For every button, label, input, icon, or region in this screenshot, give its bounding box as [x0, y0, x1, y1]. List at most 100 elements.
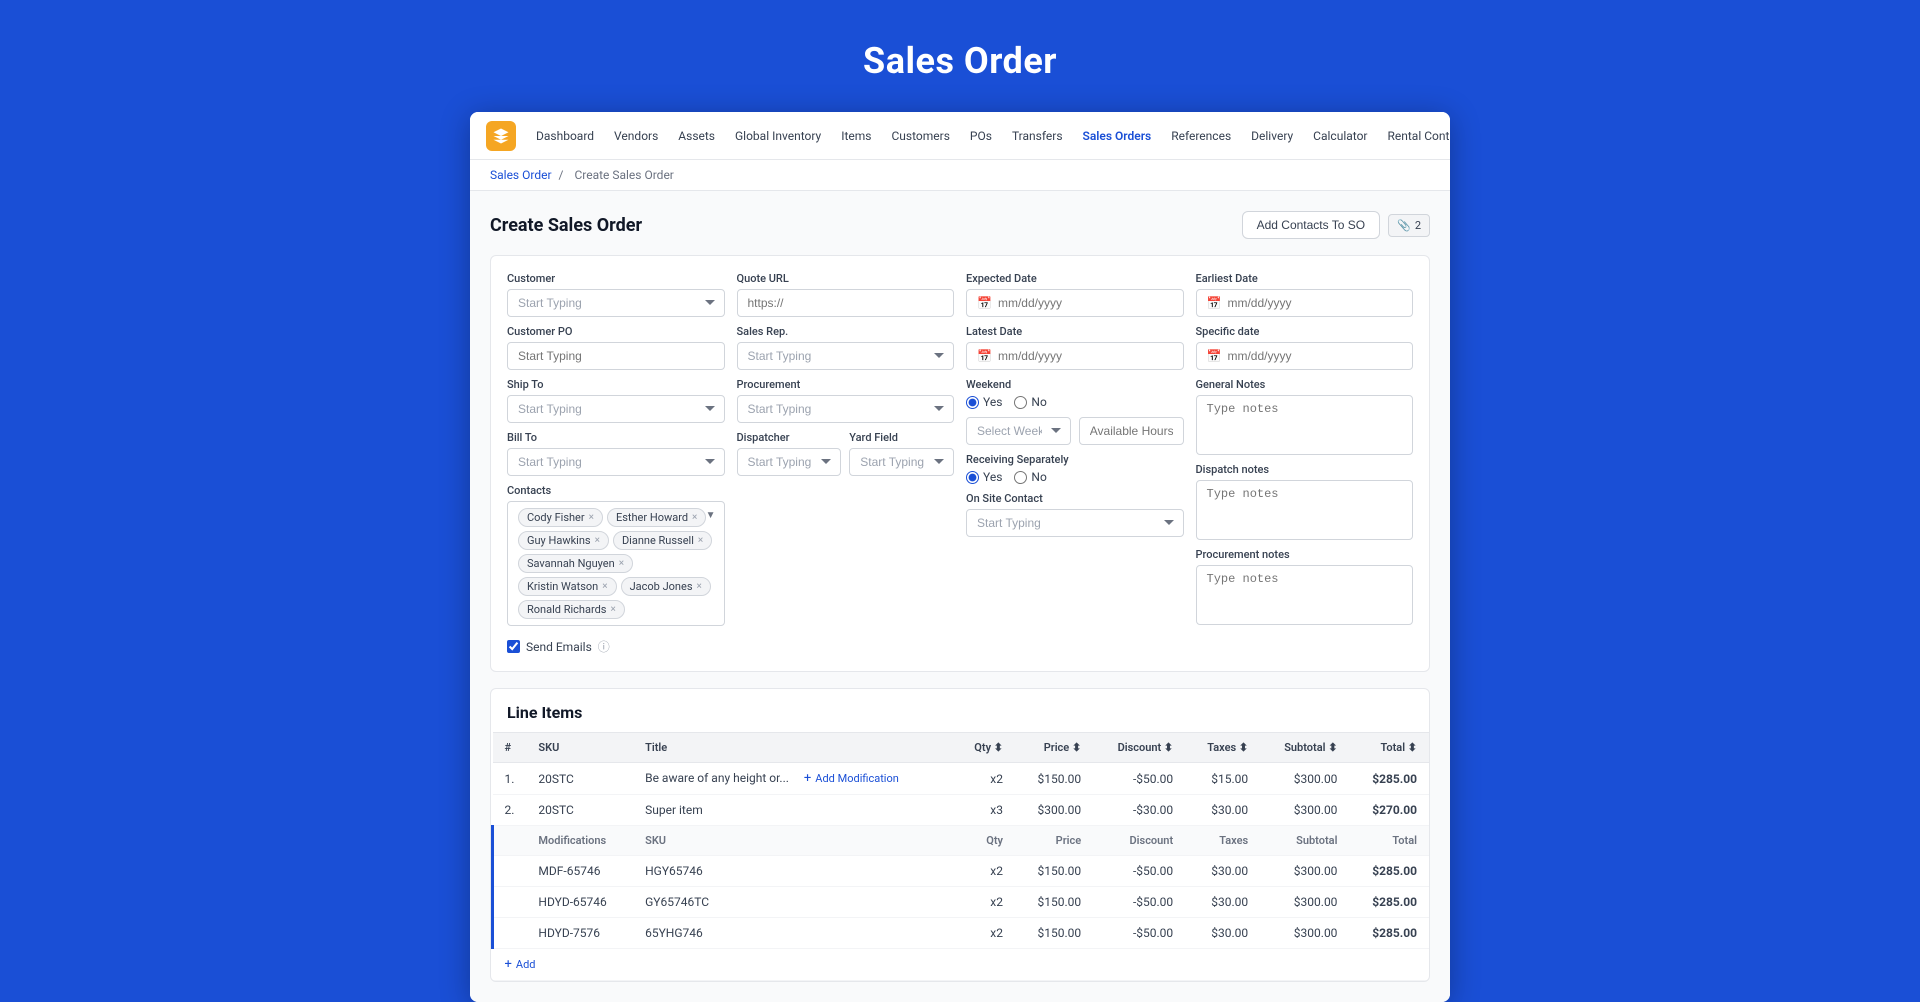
- contact-tag-ronald: Ronald Richards ×: [518, 600, 625, 619]
- add-modification-btn[interactable]: Add Modification: [804, 771, 899, 786]
- nav-sales-orders[interactable]: Sales Orders: [1075, 125, 1160, 147]
- available-hours-input[interactable]: [1079, 417, 1184, 445]
- sub1-qty: x2: [954, 856, 1015, 887]
- table-row: 2. 20STC Super item x3 $300.00 -$30.00 $…: [493, 795, 1430, 826]
- quote-url-group: Quote URL: [737, 272, 955, 317]
- earliest-date-input[interactable]: [1227, 296, 1402, 310]
- dispatch-notes-group: Dispatch notes: [1196, 463, 1414, 540]
- row1-sku: 20STC: [526, 763, 633, 795]
- receiving-yes-label: Yes: [966, 470, 1002, 484]
- weekend-yes-radio[interactable]: [966, 396, 979, 409]
- sales-rep-select[interactable]: Start Typing: [737, 342, 955, 370]
- latest-date-group: Latest Date 📅: [966, 325, 1184, 370]
- col-discount: Discount ⬍: [1093, 733, 1185, 763]
- form-col-1: Customer Start Typing Customer PO Ship T…: [507, 272, 725, 655]
- nav-transfers[interactable]: Transfers: [1004, 125, 1071, 147]
- breadcrumb-sales-order[interactable]: Sales Order: [490, 168, 552, 182]
- earliest-date-group: Earliest Date 📅: [1196, 272, 1414, 317]
- customer-select[interactable]: Start Typing: [507, 289, 725, 317]
- mod-col-taxes: Taxes: [1185, 826, 1260, 856]
- attachment-badge[interactable]: 📎 2: [1388, 214, 1430, 237]
- mod-col-total: Total: [1349, 826, 1429, 856]
- nav-assets[interactable]: Assets: [670, 125, 723, 147]
- customer-label: Customer: [507, 272, 725, 285]
- contact-tag-cody: Cody Fisher ×: [518, 508, 603, 527]
- contacts-group: Contacts ▼ Cody Fisher × Esther Howard ×…: [507, 484, 725, 655]
- receiving-separately-group: Receiving Separately Yes No: [966, 453, 1184, 484]
- info-icon[interactable]: ⓘ: [598, 638, 610, 655]
- general-notes-textarea[interactable]: [1196, 395, 1414, 455]
- specific-date-group: Specific date 📅: [1196, 325, 1414, 370]
- weekend-no-radio[interactable]: [1014, 396, 1027, 409]
- main-content: Create Sales Order Add Contacts To SO 📎 …: [470, 191, 1450, 1002]
- table-row: 1. 20STC Be aware of any height or... Ad…: [493, 763, 1430, 795]
- procurement-notes-textarea[interactable]: [1196, 565, 1414, 625]
- bill-to-label: Bill To: [507, 431, 725, 444]
- app-logo[interactable]: [486, 121, 516, 151]
- nav-vendors[interactable]: Vendors: [606, 125, 666, 147]
- receiving-no-radio[interactable]: [1014, 471, 1027, 484]
- nav-references[interactable]: References: [1163, 125, 1239, 147]
- add-contacts-label: Add Contacts To SO: [1257, 218, 1366, 232]
- weekend-date-select[interactable]: Select Weekend Date: [966, 417, 1071, 445]
- nav-pos[interactable]: POs: [962, 125, 1000, 147]
- on-site-contact-label: On Site Contact: [966, 492, 1184, 505]
- nav-rental-contracts[interactable]: Rental Contracts: [1380, 125, 1451, 147]
- dispatcher-label: Dispatcher: [737, 431, 842, 444]
- sub3-taxes: $30.00: [1185, 918, 1260, 949]
- row1-title: Be aware of any height or... Add Modific…: [633, 763, 954, 795]
- contacts-field[interactable]: ▼ Cody Fisher × Esther Howard × Guy Hawk…: [507, 501, 725, 626]
- add-line-item-btn[interactable]: Add: [505, 957, 1418, 972]
- customer-po-input[interactable]: [507, 342, 725, 370]
- breadcrumb: Sales Order / Create Sales Order: [470, 160, 1450, 191]
- add-contacts-button[interactable]: Add Contacts To SO: [1242, 211, 1381, 239]
- sub3-price: $150.00: [1015, 918, 1093, 949]
- dispatcher-select[interactable]: Start Typing: [737, 448, 842, 476]
- dispatcher-yard-group: Dispatcher Start Typing Yard Field Start…: [737, 431, 955, 476]
- sub1-subtotal: $300.00: [1260, 856, 1349, 887]
- row2-qty: x3: [954, 795, 1015, 826]
- nav-calculator[interactable]: Calculator: [1305, 125, 1375, 147]
- procurement-select[interactable]: Start Typing: [737, 395, 955, 423]
- row1-total: $285.00: [1349, 763, 1429, 795]
- table-header-row: # SKU Title Qty ⬍ Price ⬍ Discount ⬍ Tax…: [493, 733, 1430, 763]
- latest-date-input[interactable]: [998, 349, 1173, 363]
- mod-col-discount: Discount: [1093, 826, 1185, 856]
- nav-customers[interactable]: Customers: [884, 125, 958, 147]
- nav-items[interactable]: Items: [833, 125, 879, 147]
- modification-row: HDYD-7576 65YHG746 x2 $150.00 -$50.00 $3…: [493, 918, 1430, 949]
- col-price: Price ⬍: [1015, 733, 1093, 763]
- specific-date-input[interactable]: [1227, 349, 1402, 363]
- ship-to-select[interactable]: Start Typing: [507, 395, 725, 423]
- sub1-price: $150.00: [1015, 856, 1093, 887]
- yard-field-select[interactable]: Start Typing: [849, 448, 954, 476]
- sub3-discount: -$50.00: [1093, 918, 1185, 949]
- dispatch-notes-textarea[interactable]: [1196, 480, 1414, 540]
- row1-subtotal: $300.00: [1260, 763, 1349, 795]
- sub2-sku: GY65746TC: [633, 887, 954, 918]
- mod-col-sku: SKU: [633, 826, 954, 856]
- receiving-yes-radio[interactable]: [966, 471, 979, 484]
- bill-to-select[interactable]: Start Typing: [507, 448, 725, 476]
- nav-global-inventory[interactable]: Global Inventory: [727, 125, 829, 147]
- on-site-contact-select[interactable]: Start Typing: [966, 509, 1184, 537]
- ship-to-group: Ship To Start Typing: [507, 378, 725, 423]
- nav-dashboard[interactable]: Dashboard: [528, 125, 602, 147]
- nav-delivery[interactable]: Delivery: [1243, 125, 1301, 147]
- modification-row: HDYD-65746 GY65746TC x2 $150.00 -$50.00 …: [493, 887, 1430, 918]
- create-so-form: Customer Start Typing Customer PO Ship T…: [490, 255, 1430, 672]
- weekend-yes-label: Yes: [966, 395, 1002, 409]
- expected-date-input[interactable]: [998, 296, 1173, 310]
- mod-col-qty: Qty: [954, 826, 1015, 856]
- row1-qty: x2: [954, 763, 1015, 795]
- calendar-icon-earliest: 📅: [1207, 296, 1222, 310]
- quote-url-input[interactable]: [737, 289, 955, 317]
- send-emails-checkbox[interactable]: [507, 640, 520, 653]
- receiving-separately-label: Receiving Separately: [966, 453, 1184, 466]
- breadcrumb-current: Create Sales Order: [574, 168, 673, 182]
- sub2-taxes: $30.00: [1185, 887, 1260, 918]
- contacts-label: Contacts: [507, 484, 725, 497]
- weekend-label: Weekend: [966, 378, 1184, 391]
- add-row: Add: [493, 949, 1430, 981]
- contact-tag-kristin: Kristin Watson ×: [518, 577, 617, 596]
